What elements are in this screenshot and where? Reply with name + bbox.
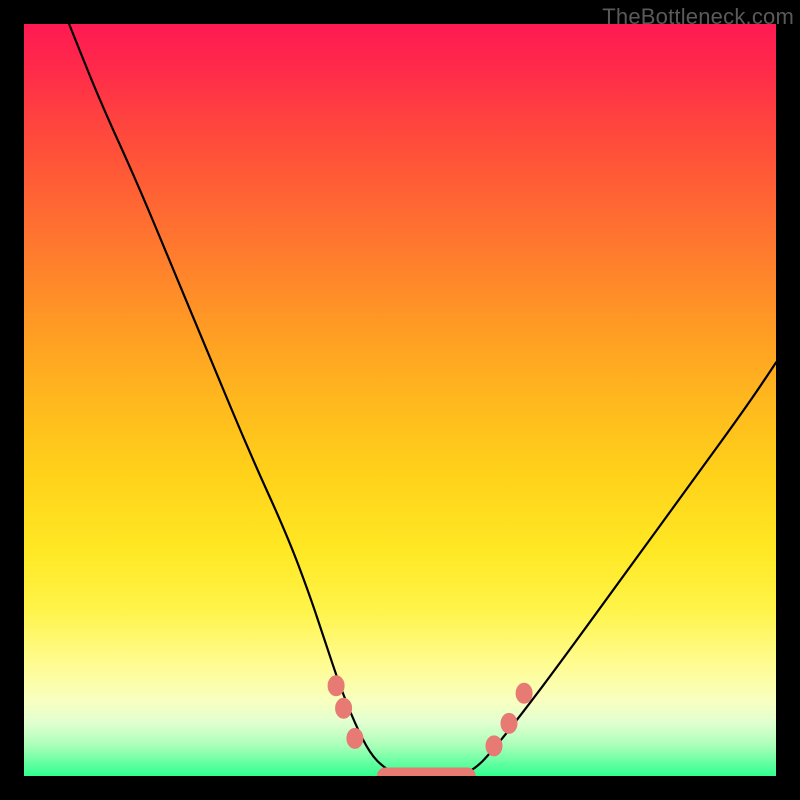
watermark-label: TheBottleneck.com bbox=[602, 4, 794, 30]
chart-plot-area bbox=[24, 24, 776, 776]
